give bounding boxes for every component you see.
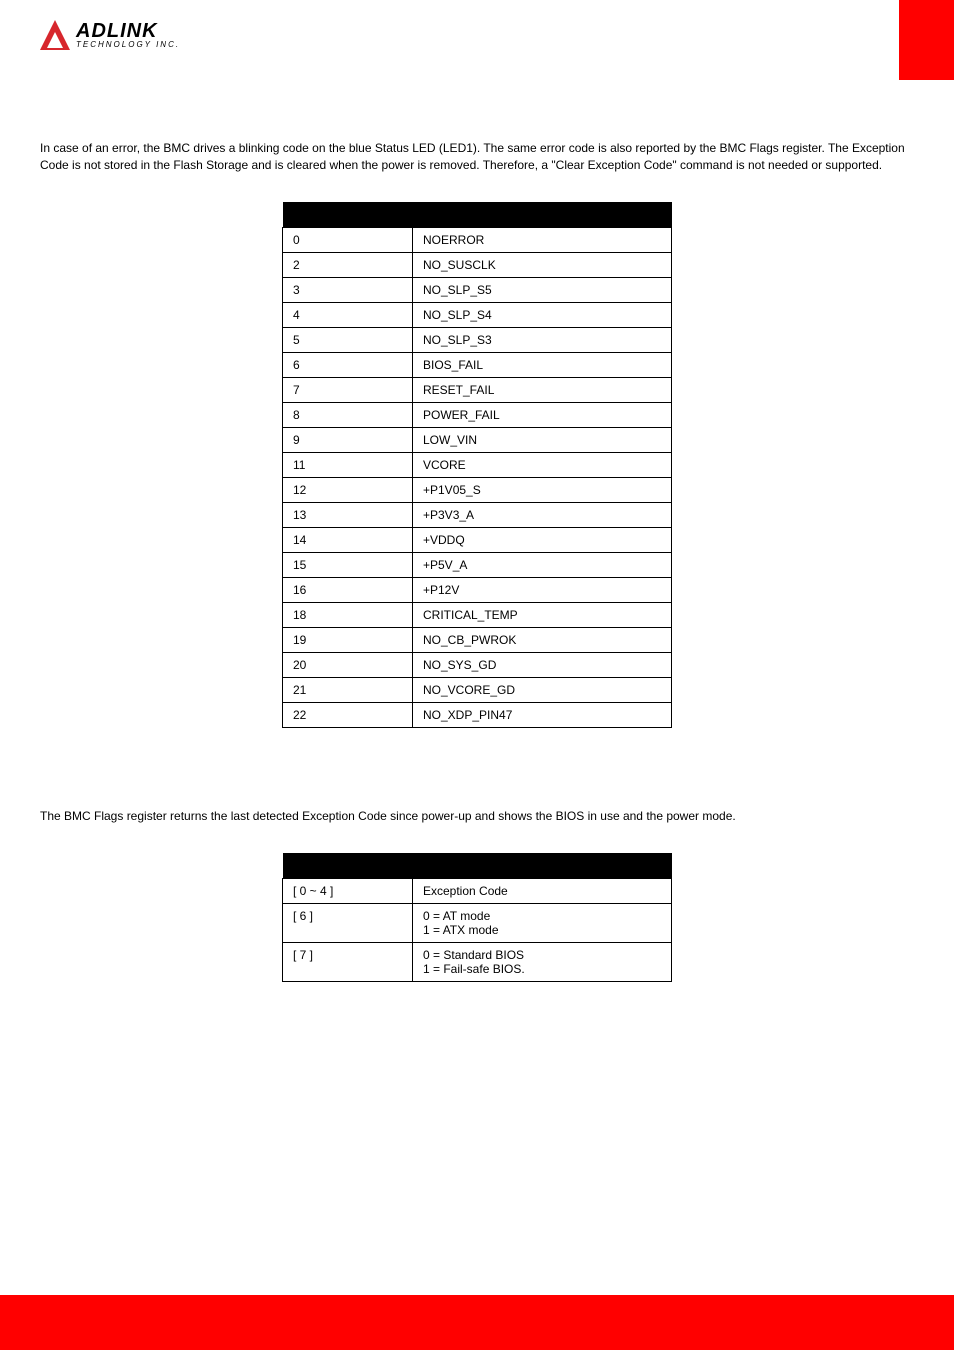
table-cell: 8 (283, 403, 413, 428)
table-cell: 15 (283, 553, 413, 578)
table-cell: CRITICAL_TEMP (413, 603, 672, 628)
table-cell: [ 7 ] (283, 943, 413, 982)
table-cell: 9 (283, 428, 413, 453)
table-cell: +VDDQ (413, 528, 672, 553)
page-content: In case of an error, the BMC drives a bl… (0, 80, 954, 982)
logo: ADLINK TECHNOLOGY INC. (40, 20, 180, 50)
table-cell: 14 (283, 528, 413, 553)
table-cell: +P5V_A (413, 553, 672, 578)
table-row: 22NO_XDP_PIN47 (283, 703, 672, 728)
table-row: 4NO_SLP_S4 (283, 303, 672, 328)
flags-table-wrap: [ 0 ~ 4 ]Exception Code[ 6 ]0 = AT mode … (40, 853, 914, 983)
table-cell: 12 (283, 478, 413, 503)
table-row: 20NO_SYS_GD (283, 653, 672, 678)
table-cell: 13 (283, 503, 413, 528)
table-row: 8POWER_FAIL (283, 403, 672, 428)
table-row: [ 0 ~ 4 ]Exception Code (283, 879, 672, 904)
exception-code-table: 0NOERROR2NO_SUSCLK3NO_SLP_S54NO_SLP_S45N… (282, 202, 672, 729)
header-accent (899, 0, 954, 80)
table-row: 12+P1V05_S (283, 478, 672, 503)
table-cell: LOW_VIN (413, 428, 672, 453)
table-row: 6BIOS_FAIL (283, 353, 672, 378)
table-cell: NO_VCORE_GD (413, 678, 672, 703)
logo-name: ADLINK (76, 21, 180, 41)
table-row: 0NOERROR (283, 228, 672, 253)
table-cell: 0 (283, 228, 413, 253)
table-row: 5NO_SLP_S3 (283, 328, 672, 353)
table-cell: NO_SLP_S4 (413, 303, 672, 328)
table-cell: 4 (283, 303, 413, 328)
table-row: 7RESET_FAIL (283, 378, 672, 403)
table-row: 9LOW_VIN (283, 428, 672, 453)
table-cell: 5 (283, 328, 413, 353)
table-row: 13+P3V3_A (283, 503, 672, 528)
table-cell: NO_SUSCLK (413, 253, 672, 278)
table-cell: 3 (283, 278, 413, 303)
logo-triangle-icon (40, 20, 70, 50)
table-cell: 16 (283, 578, 413, 603)
table-cell: NO_SLP_S5 (413, 278, 672, 303)
logo-text: ADLINK TECHNOLOGY INC. (76, 21, 180, 49)
table-cell: 22 (283, 703, 413, 728)
table-cell: 11 (283, 453, 413, 478)
page-footer (0, 1295, 954, 1350)
table-row: 3NO_SLP_S5 (283, 278, 672, 303)
table-cell: 2 (283, 253, 413, 278)
table-cell: Exception Code (413, 879, 672, 904)
table-row: 11VCORE (283, 453, 672, 478)
table-cell: 0 = AT mode 1 = ATX mode (413, 904, 672, 943)
table-row: 21NO_VCORE_GD (283, 678, 672, 703)
table-cell: +P1V05_S (413, 478, 672, 503)
table-cell: 18 (283, 603, 413, 628)
table-row: [ 7 ]0 = Standard BIOS 1 = Fail-safe BIO… (283, 943, 672, 982)
table-cell: NO_XDP_PIN47 (413, 703, 672, 728)
table-cell: NO_SLP_S3 (413, 328, 672, 353)
table-row: [ 6 ]0 = AT mode 1 = ATX mode (283, 904, 672, 943)
table-cell: 6 (283, 353, 413, 378)
logo-subtitle: TECHNOLOGY INC. (76, 41, 180, 49)
table-cell: NO_CB_PWROK (413, 628, 672, 653)
table-row: 14+VDDQ (283, 528, 672, 553)
table-cell: NO_SYS_GD (413, 653, 672, 678)
table-row: 16+P12V (283, 578, 672, 603)
table-cell: [ 6 ] (283, 904, 413, 943)
table-cell: VCORE (413, 453, 672, 478)
table-cell: 7 (283, 378, 413, 403)
table-row: 2NO_SUSCLK (283, 253, 672, 278)
exception-table-wrap: 0NOERROR2NO_SUSCLK3NO_SLP_S54NO_SLP_S45N… (40, 202, 914, 729)
table-cell: POWER_FAIL (413, 403, 672, 428)
intro-paragraph: In case of an error, the BMC drives a bl… (40, 140, 914, 174)
table-cell: +P3V3_A (413, 503, 672, 528)
table-cell: NOERROR (413, 228, 672, 253)
bmc-flags-table: [ 0 ~ 4 ]Exception Code[ 6 ]0 = AT mode … (282, 853, 672, 983)
table-cell: 21 (283, 678, 413, 703)
table-cell: 20 (283, 653, 413, 678)
table-cell: 19 (283, 628, 413, 653)
table-cell: [ 0 ~ 4 ] (283, 879, 413, 904)
page-header: ADLINK TECHNOLOGY INC. (0, 0, 954, 80)
table-cell: +P12V (413, 578, 672, 603)
table-cell: BIOS_FAIL (413, 353, 672, 378)
table-cell: RESET_FAIL (413, 378, 672, 403)
table-row: 19NO_CB_PWROK (283, 628, 672, 653)
table-cell: 0 = Standard BIOS 1 = Fail-safe BIOS. (413, 943, 672, 982)
flags-intro-paragraph: The BMC Flags register returns the last … (40, 808, 914, 825)
table-row: 18CRITICAL_TEMP (283, 603, 672, 628)
table-row: 15+P5V_A (283, 553, 672, 578)
